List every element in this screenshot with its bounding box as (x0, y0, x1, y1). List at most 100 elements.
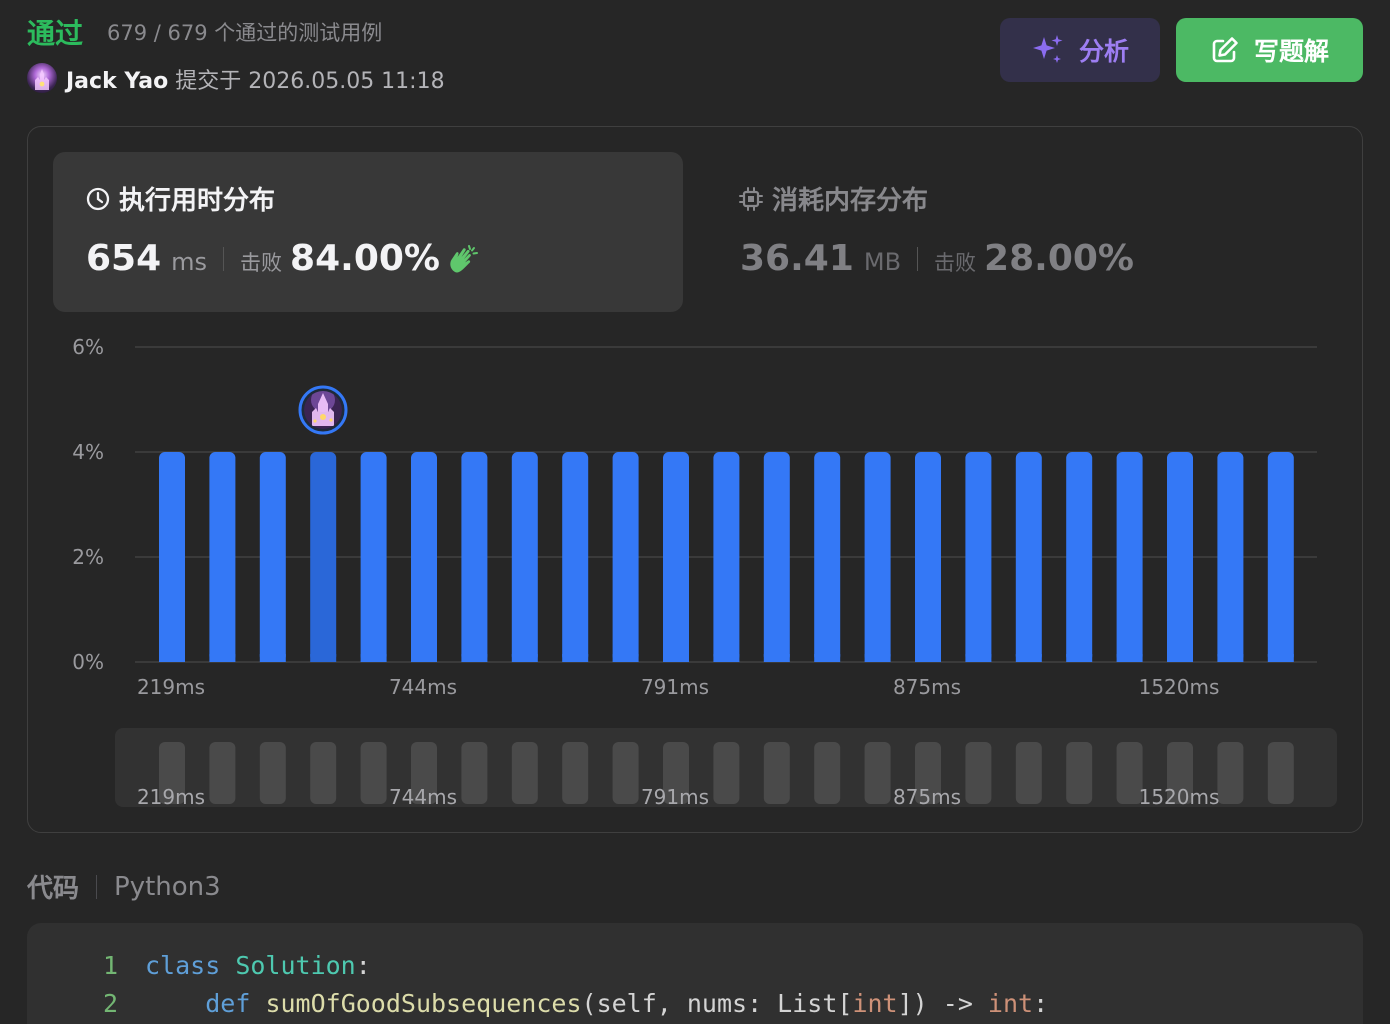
chart-bar (915, 452, 941, 662)
code-token: sumOfGoodSubsequences (265, 988, 582, 1018)
navigator-bar (310, 742, 337, 804)
chart-bar-base (1167, 654, 1193, 662)
code-token: : (355, 950, 371, 980)
navigator-tick-label: 219ms (137, 785, 205, 809)
navigator-tick-label: 1520ms (1139, 785, 1220, 809)
code-token: class (145, 950, 221, 980)
code-token: int (987, 988, 1034, 1018)
x-axis: 219ms 744ms 791ms 875ms 1520ms (137, 675, 1219, 699)
chart-bar (1217, 452, 1244, 662)
chart-bar-base (814, 654, 841, 662)
x-tick-label: 791ms (641, 675, 709, 699)
navigator-bar (713, 742, 740, 804)
navigator-tick-label: 791ms (641, 785, 709, 809)
x-tick-label: 1520ms (1139, 675, 1220, 699)
navigator-bar (763, 742, 790, 804)
y-axis: 0% 2% 4% 6% (72, 335, 104, 674)
chart-bar (411, 452, 437, 662)
chart-bar (259, 452, 286, 662)
chart-bar (1066, 452, 1093, 662)
chart-bar (1167, 452, 1193, 662)
navigator-bar (1066, 742, 1093, 804)
chart-bar (612, 452, 639, 662)
line-number: 2 (102, 988, 118, 1018)
chart-bar-base (864, 654, 891, 662)
current-submission-marker[interactable] (298, 385, 348, 435)
chart-bar-base (461, 654, 488, 662)
divider (96, 874, 98, 899)
chart-bars (159, 452, 1294, 662)
x-tick-label: 875ms (893, 675, 961, 699)
code-token: ]) -> (897, 988, 988, 1018)
navigator-bar (209, 742, 236, 804)
navigator-bar (511, 742, 538, 804)
code-header: 代码 Python3 (27, 868, 221, 905)
chart-bar-base (562, 654, 589, 662)
chart-bar (562, 452, 589, 662)
chart-bar-base (1217, 654, 1244, 662)
line-number: 1 (102, 950, 118, 980)
chart-bar (310, 452, 337, 662)
navigator-bar (360, 742, 387, 804)
navigator-bar (1267, 742, 1294, 804)
code-token: : (1033, 988, 1049, 1018)
y-tick-label: 0% (72, 650, 104, 674)
x-tick-label: 219ms (137, 675, 205, 699)
chart-bar (209, 452, 236, 662)
chart-bar-base (1116, 654, 1143, 662)
y-tick-label: 4% (72, 440, 104, 464)
chart-bar-base (1015, 654, 1042, 662)
chart-bar (461, 452, 488, 662)
chart-bar-base (1267, 654, 1294, 662)
chart-bar-base (310, 654, 337, 662)
y-tick-label: 6% (72, 335, 104, 359)
navigator-bar (864, 742, 891, 804)
code-token: (self, nums: List[ (581, 988, 853, 1018)
code-token: def (205, 988, 251, 1018)
code-token: Solution (235, 950, 356, 980)
chart-bar-base (360, 654, 387, 662)
chart-bar (965, 452, 992, 662)
chart-bar-base (763, 654, 790, 662)
navigator-bar (965, 742, 992, 804)
chart-bar (663, 452, 689, 662)
navigator-bar (461, 742, 488, 804)
code-line-1: 1 class Solution: (27, 946, 1363, 984)
chart-bar-base (713, 654, 740, 662)
chart-bar-base (965, 654, 992, 662)
code-label: 代码 (27, 874, 80, 904)
chart-bar (763, 452, 790, 662)
chart-bar (159, 452, 185, 662)
chart-bar (814, 452, 841, 662)
chart-bar-base (259, 654, 286, 662)
chart-bar (1015, 452, 1042, 662)
navigator-tick-label: 875ms (893, 785, 961, 809)
navigator-bar (259, 742, 286, 804)
navigator-tick-label: 744ms (389, 785, 457, 809)
navigator-bars (159, 742, 1294, 804)
chart-bar (511, 452, 538, 662)
chart-bar (1267, 452, 1294, 662)
navigator-bar (562, 742, 589, 804)
navigator-bar (1217, 742, 1244, 804)
navigator-bar (1015, 742, 1042, 804)
chart-bar-base (1066, 654, 1093, 662)
chart-bar-base (663, 654, 689, 662)
code-line-2: 2 def sumOfGoodSubsequences (self, nums: … (27, 984, 1363, 1022)
navigator-bar (814, 742, 841, 804)
chart-bar-base (612, 654, 639, 662)
chart-bar (864, 452, 891, 662)
code-token: int (852, 988, 898, 1018)
code-block[interactable]: 1 class Solution: 2 def sumOfGoodSubseque… (27, 923, 1363, 1024)
code-language: Python3 (114, 871, 221, 902)
chart-bar-base (915, 654, 941, 662)
y-tick-label: 2% (72, 545, 104, 569)
chart-bar-base (209, 654, 236, 662)
x-tick-label: 744ms (389, 675, 457, 699)
navigator-bar (612, 742, 639, 804)
chart-bar-base (511, 654, 538, 662)
chart-bar (360, 452, 387, 662)
